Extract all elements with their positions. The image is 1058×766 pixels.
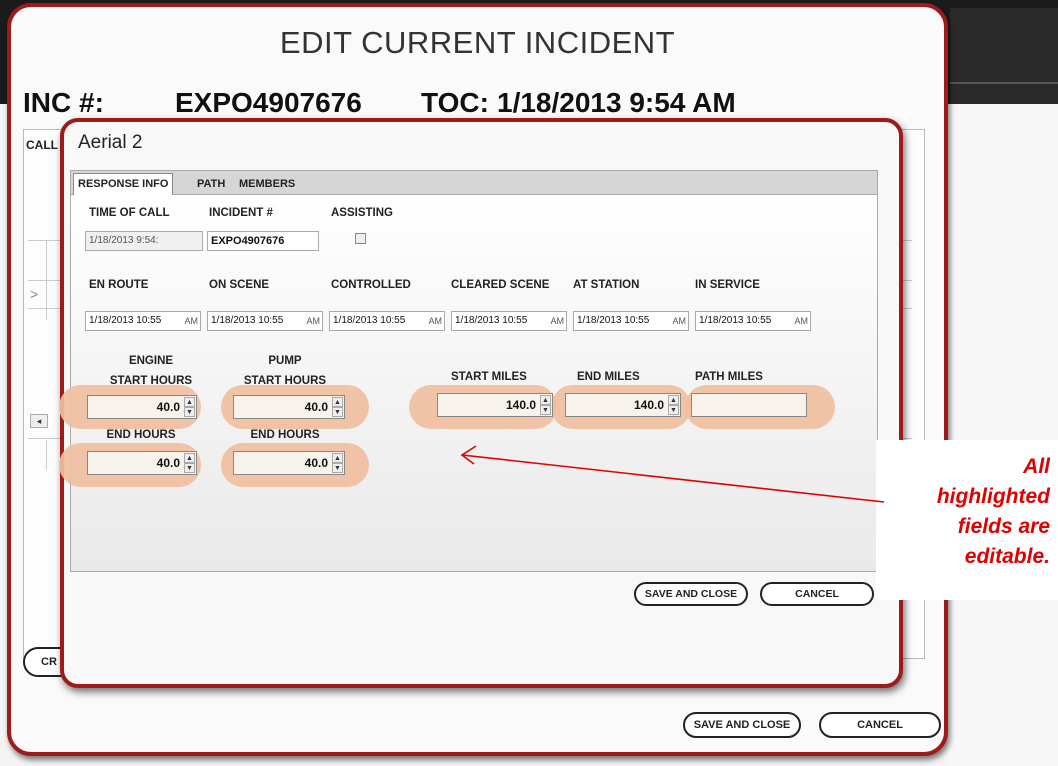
arrow-line: [461, 454, 885, 503]
annotation-arrow: [460, 445, 885, 503]
